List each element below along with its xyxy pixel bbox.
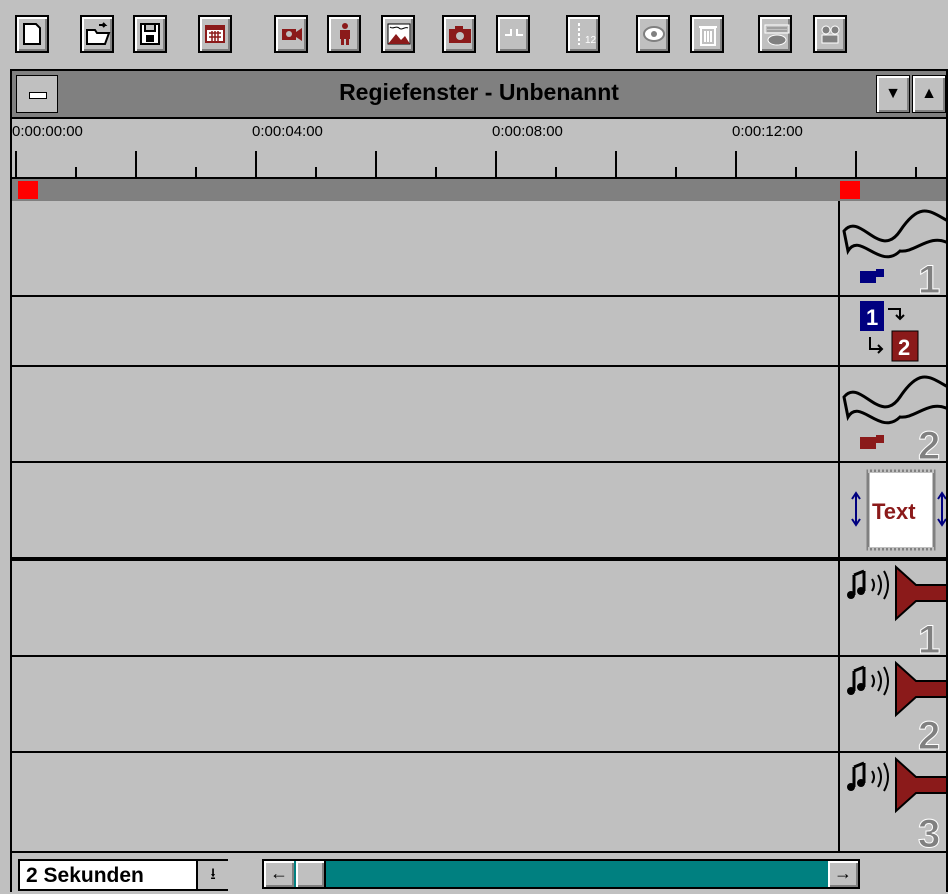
view-button[interactable]	[636, 15, 670, 53]
audio-track-3-header: 3	[838, 753, 946, 851]
range-bar[interactable]	[12, 177, 946, 203]
keyboard-button[interactable]	[758, 15, 792, 53]
triangle-up-icon: ▲	[921, 85, 937, 102]
trash-icon	[699, 26, 717, 46]
ruler-label: 0:00:00:00	[12, 123, 83, 140]
eye-icon	[643, 26, 665, 42]
text-scroll-icon: Text	[851, 469, 946, 551]
calendar-icon	[205, 25, 225, 43]
scroll-right-button[interactable]: →	[828, 861, 858, 887]
ruler-tick	[375, 151, 377, 179]
ruler-label: 0:00:04:00	[252, 123, 323, 140]
split-icon	[505, 29, 523, 36]
image-icon	[387, 23, 411, 45]
ruler-tick	[855, 151, 857, 179]
ruler-tick	[15, 151, 17, 179]
transition-label-b: 2	[898, 335, 910, 360]
track-number: 3	[918, 812, 940, 849]
toolbar: 12	[0, 0, 948, 66]
numbered-track-icon: 12	[578, 23, 597, 46]
text-track-label: Text	[872, 499, 916, 524]
transition-icon: 1 2	[860, 301, 919, 362]
start-marker[interactable]	[18, 181, 38, 199]
video-filmstrip-icon: 2	[842, 375, 946, 461]
audio-track-3[interactable]	[12, 753, 838, 851]
keyboard-icon	[764, 24, 790, 46]
photo-camera-button[interactable]	[442, 15, 476, 53]
audio-track-1-header: 1	[838, 561, 946, 657]
scroll-left-button[interactable]: ←	[264, 861, 294, 887]
bottom-bar: 2 Sekunden ⭳ ← →	[12, 851, 946, 894]
audio-speaker-icon: 3	[847, 756, 946, 851]
dropdown-arrow-icon[interactable]: ⭳	[196, 861, 228, 889]
numbered-button[interactable]: 12	[566, 15, 600, 53]
transition-label-a: 1	[866, 305, 878, 330]
figure-button[interactable]	[327, 15, 361, 53]
ruler-tick	[135, 151, 137, 179]
maximize-button[interactable]: ▲	[912, 75, 946, 113]
calendar-button[interactable]	[198, 15, 232, 53]
video-camera-button[interactable]	[274, 15, 308, 53]
video-camera-icon	[282, 28, 302, 41]
timeline-ruler[interactable]: 0:00:00:00 0:00:04:00 0:00:08:00 0:00:12…	[12, 119, 946, 179]
photo-camera-icon	[449, 26, 471, 43]
arrow-left-icon: ←	[270, 863, 288, 883]
trash-button[interactable]	[690, 15, 724, 53]
new-button[interactable]	[15, 15, 49, 53]
audio-speaker-icon: 2	[847, 660, 946, 751]
minimize-button[interactable]: ▼	[876, 75, 910, 113]
director-window: Regiefenster - Unbenannt ▼ ▲ 0:00:00:00 …	[10, 69, 948, 894]
arrow-right-icon: →	[834, 863, 852, 883]
video-track-1-header: 1	[838, 201, 946, 297]
zoom-value: 2 Sekunden	[26, 864, 144, 887]
ruler-tick	[615, 151, 617, 179]
save-button[interactable]	[133, 15, 167, 53]
audio-track-2[interactable]	[12, 657, 838, 753]
split-button[interactable]	[496, 15, 530, 53]
window-title: Regiefenster - Unbenannt	[339, 79, 619, 105]
text-track[interactable]	[12, 463, 838, 561]
audio-track-1[interactable]	[12, 561, 838, 657]
track-number: 2	[918, 424, 940, 461]
open-folder-icon	[86, 22, 111, 45]
save-disk-icon	[140, 23, 160, 45]
text-track-header: Text	[838, 463, 946, 561]
track-number: 1	[918, 258, 940, 295]
video-filmstrip-icon: 1	[842, 209, 946, 295]
video-track-1[interactable]	[12, 201, 838, 297]
transition-track-header: 1 2	[838, 297, 946, 367]
audio-track-2-header: 2	[838, 657, 946, 753]
triangle-down-icon: ▼	[885, 85, 901, 102]
open-button[interactable]	[80, 15, 114, 53]
image-button[interactable]	[381, 15, 415, 53]
ruler-tick	[255, 151, 257, 179]
track-number: 2	[918, 714, 940, 751]
video-track-2-header: 2	[838, 367, 946, 463]
ruler-label: 0:00:08:00	[492, 123, 563, 140]
end-marker[interactable]	[840, 181, 860, 199]
projector-icon	[821, 25, 840, 44]
track-number: 1	[918, 618, 940, 655]
new-document-icon	[23, 23, 41, 45]
video-track-2[interactable]	[12, 367, 838, 463]
projector-button[interactable]	[813, 15, 847, 53]
ruler-label: 0:00:12:00	[732, 123, 803, 140]
figure-icon	[340, 23, 350, 45]
scroll-thumb[interactable]	[296, 861, 326, 887]
audio-speaker-icon: 1	[847, 564, 946, 655]
transition-track[interactable]	[12, 297, 838, 367]
ruler-tick	[735, 151, 737, 179]
title-bar: Regiefenster - Unbenannt ▼ ▲	[12, 71, 946, 119]
zoom-select[interactable]: 2 Sekunden ⭳	[18, 859, 228, 891]
svg-text:12: 12	[585, 35, 597, 46]
ruler-tick	[495, 151, 497, 179]
horizontal-scrollbar[interactable]: ← →	[262, 859, 860, 889]
